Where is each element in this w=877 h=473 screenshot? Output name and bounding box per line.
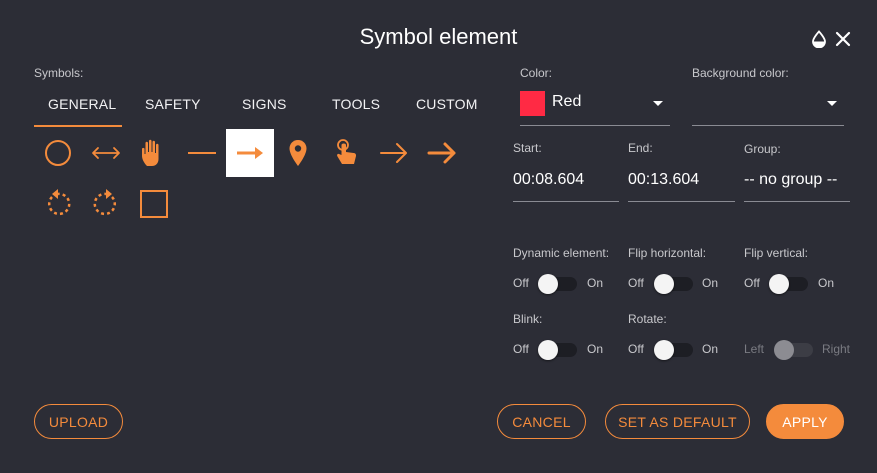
tab-custom[interactable]: CUSTOM [416, 96, 478, 112]
start-field[interactable]: 00:08.604 [513, 171, 584, 189]
flip-vertical-label: Flip vertical: [744, 246, 809, 260]
color-select[interactable] [520, 125, 670, 126]
flip-vertical-on-label: On [818, 276, 835, 290]
group-select[interactable]: -- no group -- [744, 171, 850, 189]
flip-vertical-off-label: Off [744, 276, 760, 290]
dynamic-on-label: On [587, 276, 604, 290]
rotate-left-icon [47, 189, 71, 216]
hand-icon [142, 139, 159, 166]
tab-general[interactable]: GENERAL [48, 96, 116, 112]
map-pin-icon [289, 140, 307, 166]
symbol-map-pin[interactable] [274, 129, 322, 177]
circle-icon [45, 140, 71, 166]
opacity-drop-icon[interactable] [810, 30, 828, 48]
symbol-arrow-thin[interactable] [370, 129, 418, 177]
symbol-double-arrow[interactable] [82, 129, 130, 177]
set-as-default-button[interactable]: SET AS DEFAULT [605, 404, 750, 439]
touch-icon [337, 139, 357, 164]
rotate-direction-toggle [774, 340, 813, 360]
line-icon [188, 152, 216, 154]
upload-button[interactable]: UPLOAD [34, 404, 123, 439]
symbol-rotate-left[interactable] [34, 180, 82, 228]
end-underline [628, 201, 735, 202]
symbol-touch[interactable] [322, 129, 370, 177]
rotate-right-icon [93, 189, 117, 216]
blink-off-label: Off [513, 342, 529, 356]
arrow-right-icon [237, 147, 263, 159]
tab-tools[interactable]: TOOLS [332, 96, 380, 112]
apply-button[interactable]: APPLY [766, 404, 844, 439]
symbol-arrow-right-selected[interactable] [226, 129, 274, 177]
symbol-arrow-bold[interactable] [418, 129, 466, 177]
cancel-button[interactable]: CANCEL [497, 404, 586, 439]
flip-vertical-toggle[interactable] [769, 274, 808, 294]
dialog-title: Symbol element [359, 24, 518, 49]
square-icon [140, 190, 168, 218]
dynamic-element-toggle[interactable] [538, 274, 577, 294]
double-arrow-icon [92, 147, 120, 159]
dynamic-element-label: Dynamic element: [513, 246, 610, 260]
rotate-left-label: Left [744, 342, 765, 356]
symbol-rotate-right[interactable] [82, 180, 130, 228]
color-value: Red [552, 93, 582, 110]
tab-signs[interactable]: SIGNS [242, 96, 287, 112]
close-icon[interactable] [834, 30, 852, 48]
start-label: Start: [513, 141, 542, 155]
arrow-right-bold-icon [427, 142, 456, 164]
blink-label: Blink: [513, 312, 543, 326]
background-color-dropdown-caret-icon[interactable] [827, 101, 837, 106]
blink-on-label: On [587, 342, 604, 356]
symbol-hand[interactable] [130, 129, 178, 177]
rotate-label: Rotate: [628, 312, 667, 326]
color-label: Color: [520, 66, 553, 80]
arrow-right-thin-icon [380, 143, 407, 163]
active-tab-indicator [34, 125, 122, 127]
color-dropdown-caret-icon[interactable] [653, 101, 663, 106]
rotate-off-label: Off [628, 342, 644, 356]
flip-horizontal-label: Flip horizontal: [628, 246, 707, 260]
end-field[interactable]: 00:13.604 [628, 171, 699, 189]
group-label: Group: [744, 142, 781, 156]
symbol-circle[interactable] [34, 129, 82, 177]
symbol-line[interactable] [178, 129, 226, 177]
symbol-square[interactable] [130, 180, 178, 228]
rotate-on-label: On [702, 342, 719, 356]
tab-safety[interactable]: SAFETY [145, 96, 201, 112]
color-swatch [520, 91, 545, 116]
group-underline [744, 201, 850, 202]
flip-horizontal-on-label: On [702, 276, 719, 290]
background-color-label: Background color: [692, 66, 789, 80]
background-color-select[interactable] [692, 125, 844, 126]
blink-toggle[interactable] [538, 340, 577, 360]
rotate-toggle[interactable] [654, 340, 693, 360]
dynamic-off-label: Off [513, 276, 529, 290]
rotate-right-label: Right [822, 342, 851, 356]
start-underline [513, 201, 619, 202]
end-label: End: [628, 141, 653, 155]
flip-horizontal-off-label: Off [628, 276, 644, 290]
symbols-label: Symbols: [34, 66, 84, 80]
flip-horizontal-toggle[interactable] [654, 274, 693, 294]
